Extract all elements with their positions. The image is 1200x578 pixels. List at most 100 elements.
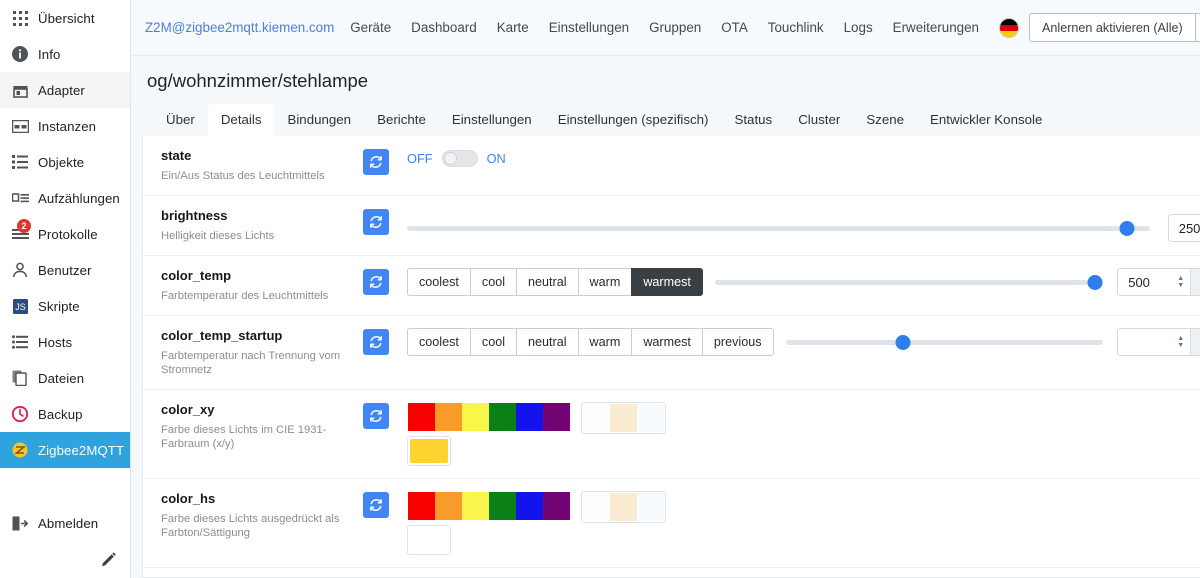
color-hs-selected[interactable]: [407, 525, 451, 555]
color-xy-white-swatch-2[interactable]: [637, 404, 664, 432]
color-xy-swatch-5[interactable]: [543, 403, 570, 431]
refresh-icon[interactable]: [363, 492, 389, 518]
color-hs-swatch-5[interactable]: [543, 492, 570, 520]
nav-link-dashboard[interactable]: Dashboard: [411, 20, 477, 35]
nav-link-geraete[interactable]: Geräte: [350, 20, 391, 35]
color-temp-startup-input[interactable]: ▲ ▼: [1117, 328, 1192, 356]
tab-ueber[interactable]: Über: [153, 104, 208, 136]
color-xy-swatch-0[interactable]: [408, 403, 435, 431]
color-temp-input[interactable]: 500 ▲ ▼: [1117, 268, 1192, 296]
sidebar-item-protokolle[interactable]: 2 Protokolle: [0, 216, 130, 252]
color-xy-swatch-2[interactable]: [462, 403, 489, 431]
nav-link-ota[interactable]: OTA: [721, 20, 748, 35]
brightness-slider[interactable]: [407, 219, 1150, 237]
sidebar-item-aufzaehlungen[interactable]: Aufzählungen: [0, 180, 130, 216]
nav-link-erweiterungen[interactable]: Erweiterungen: [893, 20, 979, 35]
nav-link-karte[interactable]: Karte: [497, 20, 529, 35]
color-xy-swatch-1[interactable]: [435, 403, 462, 431]
nav-link-einstellungen[interactable]: Einstellungen: [549, 20, 629, 35]
color-xy-swatch-4[interactable]: [516, 403, 543, 431]
tab-details[interactable]: Details: [207, 104, 275, 136]
property-info: color_temp Farbtemperatur des Leuchtmitt…: [143, 268, 363, 303]
sidebar-item-hosts[interactable]: Hosts: [0, 324, 130, 360]
sidebar-item-adapter[interactable]: Adapter: [0, 72, 130, 108]
color-hs-white-swatch-1[interactable]: [610, 493, 637, 521]
sidebar-item-info[interactable]: Info: [0, 36, 130, 72]
tab-cluster[interactable]: Cluster: [785, 104, 853, 136]
preset-neutral[interactable]: neutral: [516, 268, 578, 296]
tab-status[interactable]: Status: [721, 104, 785, 136]
de-flag-icon[interactable]: [999, 17, 1020, 38]
preset-coolest[interactable]: coolest: [407, 268, 470, 296]
sidebar-item-zigbee2mqtt[interactable]: Zigbee2MQTT: [0, 432, 130, 468]
permit-join-select[interactable]: Anlernen aktivieren (Alle) ▾: [1029, 13, 1200, 42]
refresh-icon[interactable]: [363, 209, 389, 235]
nav-link-gruppen[interactable]: Gruppen: [649, 20, 701, 35]
sidebar-item-label: Protokolle: [38, 226, 98, 242]
preset-neutral[interactable]: neutral: [516, 328, 578, 356]
tab-einstellungen-spezifisch[interactable]: Einstellungen (spezifisch): [545, 104, 722, 136]
color-temp-startup-slider[interactable]: [785, 333, 1104, 351]
spinner-icon[interactable]: ▲ ▼: [1171, 335, 1184, 349]
preset-cool[interactable]: cool: [469, 328, 517, 356]
grid-icon: [11, 9, 29, 27]
refresh-cell: [363, 208, 407, 235]
brightness-input[interactable]: 250 ▲▼: [1167, 214, 1200, 242]
brightness-value: 250: [1178, 220, 1200, 236]
preset-warm[interactable]: warm: [577, 268, 632, 296]
property-control: [407, 491, 1200, 555]
preset-cool[interactable]: cool: [469, 268, 517, 296]
color-hs-white-swatch-0[interactable]: [583, 493, 610, 521]
pencil-icon[interactable]: [100, 552, 118, 570]
slider-thumb[interactable]: [1119, 220, 1135, 236]
slider-thumb[interactable]: [1087, 274, 1103, 290]
tab-szene[interactable]: Szene: [853, 104, 917, 136]
slider-thumb[interactable]: [895, 334, 911, 350]
preset-previous[interactable]: previous: [701, 328, 774, 356]
preset-warm[interactable]: warm: [577, 328, 632, 356]
navbar-brand[interactable]: Z2M@zigbee2mqtt.kiemen.com: [145, 20, 334, 35]
sidebar-item-dateien[interactable]: Dateien: [0, 360, 130, 396]
refresh-icon[interactable]: [363, 403, 389, 429]
preset-warmest[interactable]: warmest: [631, 268, 703, 296]
preset-coolest[interactable]: coolest: [407, 328, 470, 356]
color-hs-swatch-0[interactable]: [408, 492, 435, 520]
state-toggle[interactable]: [441, 150, 478, 167]
color-temp-slider[interactable]: [714, 273, 1104, 291]
color-hs-swatch-4[interactable]: [516, 492, 543, 520]
color-hs-swatch-1[interactable]: [435, 492, 462, 520]
spinner-icon[interactable]: ▲ ▼: [1171, 275, 1184, 289]
color-xy-white-swatch-1[interactable]: [610, 404, 637, 432]
color-hs-swatch-3[interactable]: [489, 492, 516, 520]
color-xy-selected[interactable]: [407, 436, 451, 466]
sidebar-item-skripte[interactable]: JS Skripte: [0, 288, 130, 324]
sidebar-item-benutzer[interactable]: Benutzer: [0, 252, 130, 288]
color-xy-white-swatch-0[interactable]: [583, 404, 610, 432]
color-xy-swatch-3[interactable]: [489, 403, 516, 431]
tab-bindungen[interactable]: Bindungen: [274, 104, 364, 136]
color-hs-white-swatch-2[interactable]: [637, 493, 664, 521]
property-name: color_hs: [161, 491, 216, 506]
refresh-icon[interactable]: [363, 149, 389, 175]
refresh-icon[interactable]: [363, 329, 389, 355]
property-info: state Ein/Aus Status des Leuchtmittels: [143, 148, 363, 183]
sidebar-item-label: Übersicht: [38, 10, 95, 26]
preset-warmest[interactable]: warmest: [631, 328, 702, 356]
sidebar-item-abmelden[interactable]: Abmelden: [0, 505, 130, 541]
sidebar-item-instanzen[interactable]: Instanzen: [0, 108, 130, 144]
nav-link-logs[interactable]: Logs: [844, 20, 873, 35]
property-description: Farbe dieses Lichts im CIE 1931-Farbraum…: [161, 424, 327, 450]
tab-berichte[interactable]: Berichte: [364, 104, 439, 136]
sidebar-item-uebersicht[interactable]: Übersicht: [0, 0, 130, 36]
tab-entwickler-konsole[interactable]: Entwickler Konsole: [917, 104, 1055, 136]
toggle-knob: [443, 152, 457, 165]
refresh-icon[interactable]: [363, 269, 389, 295]
sidebar-item-backup[interactable]: Backup: [0, 396, 130, 432]
permit-join-label[interactable]: Anlernen aktivieren (Alle): [1029, 13, 1195, 42]
color-hs-swatch-2[interactable]: [462, 492, 489, 520]
chevron-down-icon[interactable]: ▾: [1194, 13, 1200, 42]
nav-link-touchlink[interactable]: Touchlink: [768, 20, 824, 35]
tab-einstellungen[interactable]: Einstellungen: [439, 104, 545, 136]
sidebar-item-objekte[interactable]: Objekte: [0, 144, 130, 180]
